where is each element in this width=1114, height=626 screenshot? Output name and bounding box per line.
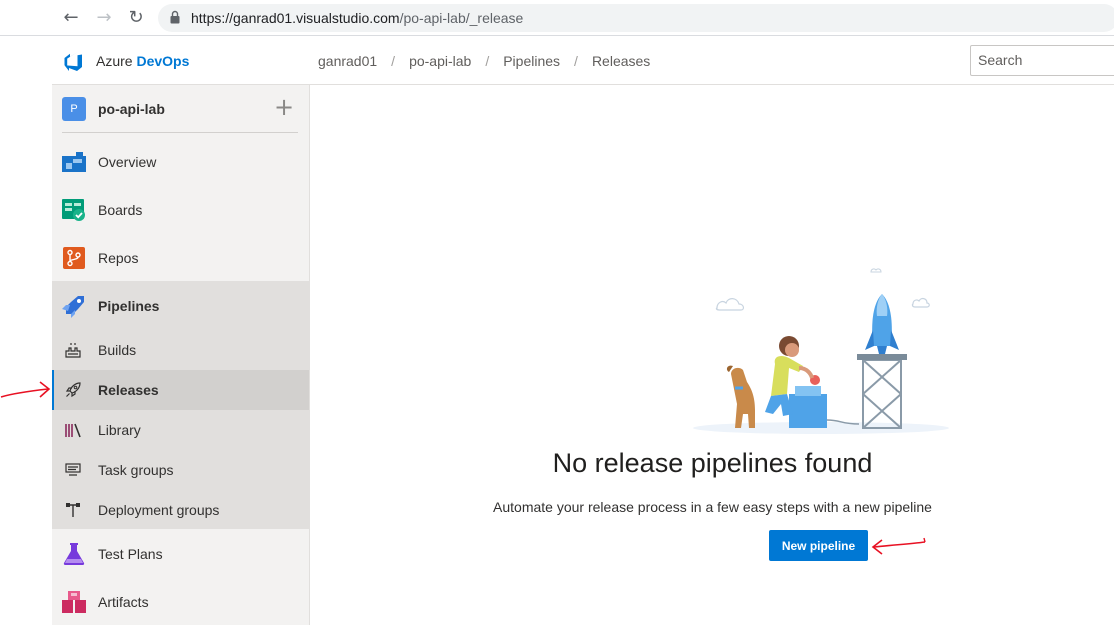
breadcrumb-separator: / xyxy=(485,53,490,69)
overview-icon xyxy=(62,152,86,172)
top-header: Azure DevOps ganrad01 / po-api-lab / Pipelin… xyxy=(52,37,1114,85)
sidebar-item-label: Artifacts xyxy=(98,594,149,610)
breadcrumb: ganrad01 / po-api-lab / Pipelines / Releases xyxy=(318,53,650,69)
sidebar-subitem-builds[interactable]: Builds xyxy=(52,330,309,370)
repos-icon xyxy=(63,247,85,269)
test-plans-icon xyxy=(63,543,85,565)
library-icon xyxy=(65,423,81,438)
sidebar-item-label: Overview xyxy=(98,154,157,170)
browser-toolbar: ← → ↻ https://ganrad01.visualstudio.com/… xyxy=(0,0,1114,36)
deployment-groups-icon xyxy=(66,503,80,517)
main-content: No release pipelines found Automate your… xyxy=(311,86,1114,625)
empty-state-subtitle: Automate your release process in a few e… xyxy=(493,499,932,515)
builds-icon xyxy=(65,343,81,358)
empty-state-title: No release pipelines found xyxy=(552,448,873,478)
breadcrumb-item-pipelines[interactable]: Pipelines xyxy=(503,53,560,69)
empty-state-illustration xyxy=(693,268,949,434)
sidebar-subitem-label: Task groups xyxy=(98,462,174,478)
sidebar-subitem-label: Deployment groups xyxy=(98,502,220,518)
task-groups-icon xyxy=(65,463,81,476)
plus-icon[interactable]: + xyxy=(274,95,294,119)
sidebar-subitem-deployment-groups[interactable]: Deployment groups xyxy=(52,490,309,530)
brand-name: DevOps xyxy=(136,53,190,69)
forward-arrow-icon[interactable]: → xyxy=(93,7,115,29)
search-box xyxy=(970,45,1114,76)
brand-title[interactable]: Azure DevOps xyxy=(96,53,189,69)
brand-prefix: Azure xyxy=(96,53,133,69)
sidebar-subitem-label: Library xyxy=(98,422,141,438)
url-path: /po-api-lab/_release xyxy=(399,10,524,26)
new-pipeline-button[interactable]: New pipeline xyxy=(769,530,868,561)
active-indicator xyxy=(52,370,54,410)
reload-icon[interactable]: ↻ xyxy=(125,7,147,29)
artifacts-icon xyxy=(62,591,86,613)
lock-icon xyxy=(170,10,180,24)
sidebar-subitem-label: Builds xyxy=(98,342,137,358)
sidebar-item-label: Test Plans xyxy=(98,546,163,562)
sidebar-item-test-plans[interactable]: Test Plans xyxy=(52,530,309,578)
sidebar-subitem-library[interactable]: Library xyxy=(52,410,309,450)
sidebar-item-pipelines[interactable]: Pipelines xyxy=(52,282,309,330)
project-name: po-api-lab xyxy=(98,101,165,117)
rocket-icon xyxy=(65,382,81,398)
divider xyxy=(62,132,298,133)
azure-devops-logo-icon[interactable] xyxy=(62,50,84,72)
breadcrumb-separator: / xyxy=(391,53,396,69)
sidebar-item-overview[interactable]: Overview xyxy=(52,138,309,186)
breadcrumb-item-releases[interactable]: Releases xyxy=(592,53,650,69)
url-host: https://ganrad01.visualstudio.com xyxy=(191,10,400,26)
annotation-arrow-icon xyxy=(0,381,51,398)
project-header[interactable]: P po-api-lab + xyxy=(52,85,310,133)
url-text: https://ganrad01.visualstudio.com/po-api… xyxy=(191,10,523,26)
sidebar-item-label: Pipelines xyxy=(98,298,160,314)
pipelines-icon xyxy=(62,296,84,318)
sidebar-item-repos[interactable]: Repos xyxy=(52,234,309,282)
breadcrumb-separator: / xyxy=(574,53,578,69)
address-bar[interactable]: https://ganrad01.visualstudio.com/po-api… xyxy=(158,4,1114,32)
breadcrumb-item-org[interactable]: ganrad01 xyxy=(318,53,377,69)
sidebar-subitem-task-groups[interactable]: Task groups xyxy=(52,450,309,490)
sidebar-item-label: Boards xyxy=(98,202,143,218)
sidebar-subitem-label: Releases xyxy=(98,382,159,398)
project-avatar: P xyxy=(62,97,86,121)
boards-icon xyxy=(62,199,85,221)
sidebar: P po-api-lab + Overview Boards Repos Pip… xyxy=(52,85,310,625)
sidebar-item-boards[interactable]: Boards xyxy=(52,186,309,234)
sidebar-item-artifacts[interactable]: Artifacts xyxy=(52,578,309,626)
breadcrumb-item-project[interactable]: po-api-lab xyxy=(409,53,471,69)
sidebar-subitem-releases[interactable]: Releases xyxy=(52,370,309,410)
back-arrow-icon[interactable]: ← xyxy=(60,7,82,29)
sidebar-item-label: Repos xyxy=(98,250,139,266)
search-input[interactable] xyxy=(971,46,1114,74)
